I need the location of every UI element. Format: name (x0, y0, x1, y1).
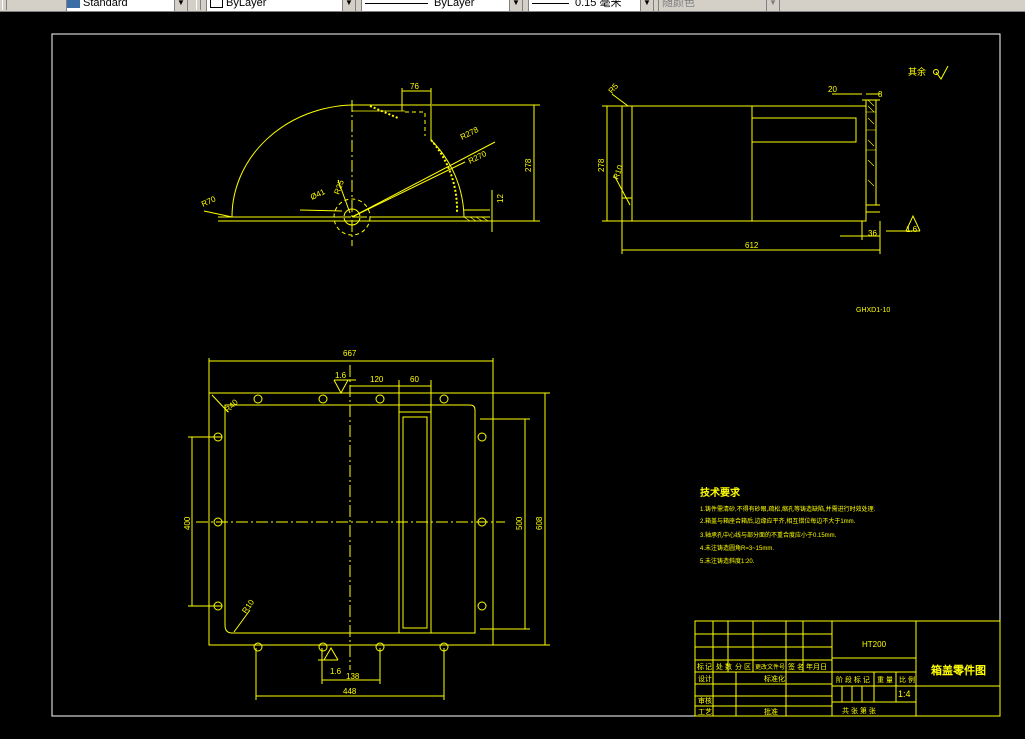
dim-278-right: 278 (597, 158, 606, 172)
header-cell: 年月日 (806, 662, 827, 671)
dim-60: 60 (410, 375, 419, 384)
tech-item: 3.轴承孔中心线与部分面的不重合度应小于0.15mm. (700, 531, 837, 539)
header-cell: 分 区 (735, 662, 751, 671)
dim-r10-right: R10 (611, 163, 625, 180)
dim-36: 36 (868, 229, 877, 238)
part-code: GHXD1-10 (856, 307, 890, 314)
chevron-down-icon[interactable]: ▼ (342, 0, 355, 11)
linetype-dropdown[interactable]: ByLayer ▼ (361, 0, 523, 11)
chevron-down-icon[interactable]: ▼ (174, 0, 187, 11)
drawing-border (51, 33, 1001, 717)
textstyle-dropdown[interactable]: Standard ▼ (66, 0, 188, 11)
label-craft: 工艺 (698, 708, 712, 716)
side-view (203, 88, 540, 246)
linetype-value: ByLayer (434, 0, 475, 9)
property-toolbar: Standard ▼ ByLayer ▼ ByLayer ▼ 0.15 毫米 ▼… (0, 0, 1025, 12)
tech-item: 2.箱盖与箱座合箱后,边缘应平齐,相互错位每边不大于1mm. (700, 517, 856, 525)
label-review: 审核 (698, 696, 712, 705)
color-swatch-icon (210, 0, 223, 9)
toolbar-grip[interactable] (2, 0, 7, 10)
layer-color-value: ByLayer (226, 0, 267, 9)
dim-r5: R5 (607, 81, 621, 95)
chevron-down-icon[interactable]: ▼ (766, 0, 779, 11)
dim-8: 8 (878, 90, 883, 99)
header-cell: 签 名 (788, 662, 804, 671)
header-cell: 处 数 (716, 662, 732, 671)
plotstyle-dropdown[interactable]: 随颜色 ▼ (658, 0, 780, 11)
dim-667: 667 (343, 349, 357, 358)
tech-item: 4.未注铸造圆角R=3~15mm. (700, 544, 774, 552)
tech-title: 技术要求 (700, 486, 741, 499)
tech-item: 1.铸件需清砂,不得有砂眼,疏松,缩孔等铸造缺陷,并需进行时效处理. (700, 505, 876, 513)
dim-608: 608 (535, 516, 544, 530)
header-cell: 更改文件号 (755, 663, 785, 671)
chevron-down-icon[interactable]: ▼ (640, 0, 653, 11)
dim-r40: R40 (223, 397, 240, 414)
dim-138: 138 (346, 672, 360, 681)
plan-view (188, 358, 550, 700)
dim-120: 120 (370, 375, 384, 384)
dim-r270: R270 (467, 149, 489, 166)
dim-448: 448 (343, 687, 357, 696)
label-ratio: 比 例 (899, 675, 915, 684)
roughness-label: 其余 (908, 66, 926, 77)
dim-r10-plan: R10 (240, 598, 256, 616)
textstyle-icon (67, 0, 80, 8)
tech-requirements: 技术要求 1.铸件需清砂,不得有砂眼,疏松,缩孔等铸造缺陷,并需进行时效处理. … (700, 486, 876, 565)
label-sheets: 共 张 第 张 (842, 706, 876, 715)
dim-500: 500 (515, 516, 524, 530)
label-design: 设计 (698, 674, 712, 683)
header-cell: 记 (705, 663, 712, 671)
label-weight: 重 量 (877, 676, 893, 684)
toolbar-grip[interactable] (196, 0, 201, 10)
material: HT200 (862, 640, 887, 649)
dim-278-side: 278 (524, 158, 533, 172)
front-view (602, 65, 949, 254)
linetype-sample-icon (365, 2, 428, 4)
textstyle-value: Standard (83, 0, 128, 9)
layer-color-dropdown[interactable]: ByLayer ▼ (206, 0, 356, 11)
roughness-top: 1.6 (335, 371, 347, 380)
cover-outline (231, 104, 465, 218)
label-approve: 批准 (764, 707, 778, 716)
dim-r70: R70 (200, 194, 218, 209)
lineweight-value: 0.15 毫米 (575, 0, 622, 9)
drawing-name: 箱盖零件图 (931, 663, 986, 677)
roughness-bottom: 1.6 (330, 667, 342, 676)
dim-20: 20 (828, 85, 837, 94)
tech-item: 5.未注铸造斜度1:20. (700, 557, 755, 565)
lineweight-dropdown[interactable]: 0.15 毫米 ▼ (528, 0, 654, 11)
drawing-canvas[interactable]: 76 R278 R270 R70 Ø41 R25 278 12 R5 20 8 … (0, 12, 1025, 739)
roughness-value: 1.6 (906, 225, 918, 234)
lineweight-sample-icon (532, 2, 569, 4)
plotstyle-value: 随颜色 (662, 0, 695, 9)
dim-r25: R25 (332, 178, 346, 195)
dim-12: 12 (496, 194, 505, 203)
dim-612: 612 (745, 241, 759, 250)
header-cell: 标 (697, 662, 704, 671)
dim-r278: R278 (459, 125, 481, 142)
scale-value: 1:4 (898, 689, 911, 699)
chevron-down-icon[interactable]: ▼ (509, 0, 522, 11)
label-stage: 阶 段 标 记 (836, 675, 870, 684)
dim-76: 76 (410, 82, 419, 91)
dim-d41: Ø41 (309, 187, 327, 202)
label-standard: 标准化 (764, 674, 785, 683)
dim-400: 400 (183, 516, 192, 530)
